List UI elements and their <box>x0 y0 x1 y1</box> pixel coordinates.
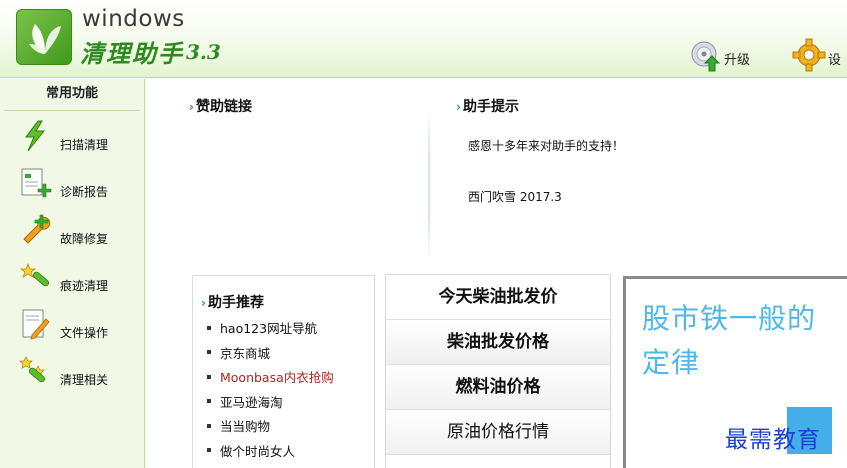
recommend-link-dangdang[interactable]: 当当购物 <box>207 416 334 441</box>
sponsor-section-title: › 赞助链接 <box>189 96 252 116</box>
upgrade-label: 升级 <box>724 53 751 68</box>
sidebar-item-label: 故障修复 <box>60 232 109 246</box>
recommend-link-hao123[interactable]: hao123网址导航 <box>207 318 334 343</box>
sidebar-item-label: 扫描清理 <box>60 138 109 152</box>
tips-thanks-text: 感恩十多年来对助手的支持！ <box>468 139 625 153</box>
link-text: 京东商城 <box>220 345 271 361</box>
recommend-link-fashion[interactable]: 做个时尚女人 <box>207 441 334 466</box>
tips-section-title: › 助手提示 <box>456 96 519 116</box>
arrow-icon: › <box>456 100 461 114</box>
sidebar-item-scan-clean[interactable]: 扫描清理 <box>0 111 144 158</box>
recommend-link-moonbasa[interactable]: Moonbasa内衣抢购 <box>207 367 334 392</box>
sidebar-item-file-operation[interactable]: 文件操作 <box>0 299 144 346</box>
section-divider <box>428 110 430 262</box>
arrow-icon: › <box>189 100 194 114</box>
sidebar-item-label: 清理相关 <box>60 373 109 387</box>
multi-star-icon <box>19 356 45 383</box>
sidebar-item-clean-related[interactable]: 清理相关 <box>0 346 144 393</box>
bullet-icon <box>207 448 211 452</box>
link-text: 做个时尚女人 <box>220 443 296 459</box>
sidebar-item-label: 文件操作 <box>60 326 109 340</box>
arrow-icon: › <box>201 296 206 310</box>
document-add-icon <box>21 168 52 198</box>
recommend-panel: › 助手推荐 hao123网址导航 京东商城 Moonbasa内衣抢购 亚马逊海淘… <box>192 275 375 468</box>
disc-upgrade-icon <box>691 41 721 72</box>
recommend-title: › 助手推荐 <box>201 292 264 312</box>
recommend-list: hao123网址导航 京东商城 Moonbasa内衣抢购 亚马逊海淘 当当购物 … <box>207 318 334 465</box>
bullet-icon <box>207 399 211 403</box>
leaf-logo-icon <box>29 24 61 54</box>
sidebar-item-diagnose-report[interactable]: 诊断报告 <box>0 158 144 205</box>
app-version: 3.3 <box>186 40 221 64</box>
bullet-icon <box>207 350 211 354</box>
tips-title-text: 助手提示 <box>462 99 519 115</box>
oil-price-links: 今天柴油批发价 柴油批发价格 燃料油价格 原油价格行情 <box>385 274 611 468</box>
sidebar-item-label: 痕迹清理 <box>60 279 109 293</box>
wrench-plus-icon <box>23 214 51 244</box>
sidebar-title: 常用功能 <box>4 79 140 111</box>
recommend-link-amazon[interactable]: 亚马逊海淘 <box>207 392 334 417</box>
oil-link-today-diesel[interactable]: 今天柴油批发价 <box>386 275 610 320</box>
bullet-icon <box>207 423 211 428</box>
app-header: windows 清理助手 3.3 升级 设 <box>0 0 847 78</box>
ad-text: 股市铁一般的定律 <box>642 302 817 379</box>
sidebar-item-label: 诊断报告 <box>60 185 109 199</box>
link-text: Moonbasa内衣抢购 <box>220 370 334 385</box>
app-name-en: windows <box>82 6 185 32</box>
sidebar-item-fault-repair[interactable]: 故障修复 <box>0 205 144 252</box>
recommend-link-jd[interactable]: 京东商城 <box>207 343 334 368</box>
oil-link-fuel-oil[interactable]: 燃料油价格 <box>386 365 610 410</box>
bullet-icon <box>207 325 211 330</box>
tips-signature-text: 西门吹雪 2017.3 <box>468 190 562 204</box>
app-name-cn: 清理助手 <box>80 39 184 68</box>
app-logo <box>16 9 72 65</box>
link-text: 当当购物 <box>220 419 271 434</box>
sponsor-title-text: 赞助链接 <box>195 99 252 115</box>
bullet-icon <box>207 374 211 379</box>
settings-label: 设 <box>828 53 842 68</box>
settings-button[interactable]: 设 <box>792 36 841 72</box>
recommend-title-text: 助手推荐 <box>207 295 264 311</box>
file-edit-icon <box>22 309 50 340</box>
link-text: 亚马逊海淘 <box>220 394 283 410</box>
lightning-icon <box>25 120 46 152</box>
sidebar: 常用功能 扫描清理 诊断报告 故障修复 痕迹清理 文件操作 清理相关 <box>0 79 145 468</box>
oil-link-diesel-wholesale[interactable]: 柴油批发价格 <box>386 320 610 365</box>
sidebar-item-trace-clean[interactable]: 痕迹清理 <box>0 252 144 299</box>
watermark-text: 最需教育 <box>725 427 821 453</box>
upgrade-button[interactable]: 升级 <box>690 36 750 72</box>
gear-icon <box>792 38 826 72</box>
link-text: hao123网址导航 <box>220 321 318 336</box>
oil-link-crude-oil[interactable]: 原油价格行情 <box>386 410 610 455</box>
brush-star-icon <box>19 262 49 287</box>
